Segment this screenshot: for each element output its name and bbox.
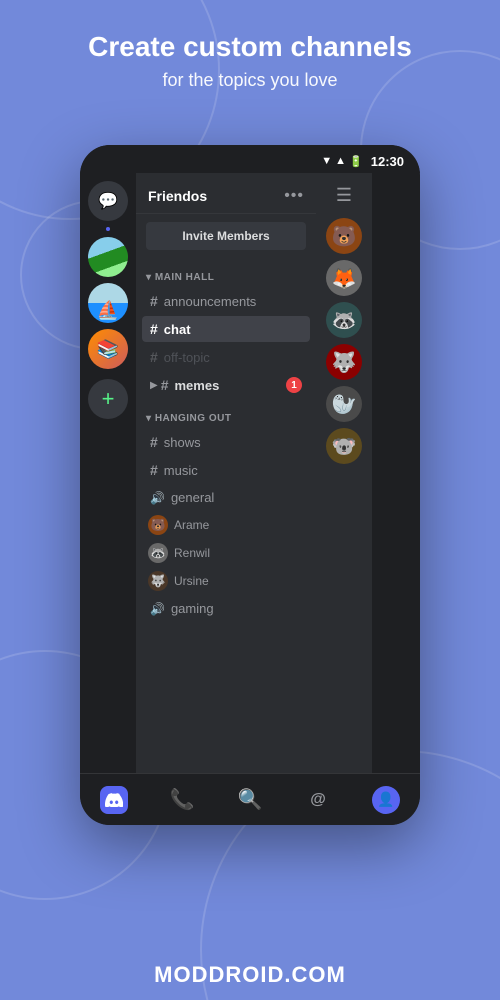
channel-name-general: general — [171, 490, 302, 505]
header-subtitle: for the topics you love — [20, 70, 480, 91]
channel-general-voice[interactable]: 🔊 general — [142, 485, 310, 510]
app-area: 💬 ⛵ 📚 + — [80, 173, 420, 773]
invite-members-button[interactable]: Invite Members — [146, 222, 306, 250]
channel-arrow-memes: ▶ — [150, 380, 158, 391]
wifi-icon: ▼ — [321, 155, 332, 167]
server-icon-books[interactable]: 📚 — [88, 329, 128, 369]
server-sidebar: 💬 ⛵ 📚 + — [80, 173, 136, 773]
battery-icon: 🔋 — [349, 155, 363, 168]
member-name-ursine: Ursine — [174, 574, 209, 588]
channel-name-off-topic: off-topic — [164, 350, 302, 365]
member-avatar-3[interactable]: 🦝 — [326, 302, 362, 338]
hash-icon-shows: # — [150, 434, 158, 450]
add-server-button[interactable]: + — [88, 379, 128, 419]
channel-gaming-voice[interactable]: 🔊 gaming — [142, 596, 310, 621]
voice-member-ursine[interactable]: 🐺 Ursine — [142, 568, 310, 594]
nav-profile-button[interactable]: 👤 — [364, 778, 408, 822]
nav-calls-button[interactable]: 📞 — [160, 778, 204, 822]
member-panel: ☰ 🐻 🦊 🦝 🐺 🦭 🐨 — [316, 173, 372, 773]
member-name-arame: Arame — [174, 518, 209, 532]
hamburger-icon[interactable]: ☰ — [336, 185, 352, 206]
hash-icon-chat: # — [150, 321, 158, 337]
member-avatar-6[interactable]: 🐨 — [326, 428, 362, 464]
server-icon-boat[interactable]: ⛵ — [88, 283, 128, 323]
channel-name-music: music — [164, 463, 302, 478]
channel-name-announcements: announcements — [164, 294, 302, 309]
channel-announcements[interactable]: # announcements — [142, 288, 310, 314]
member-avatar-1[interactable]: 🐻 — [326, 218, 362, 254]
boat-emoji: ⛵ — [97, 300, 119, 321]
category-main-hall: ▾ MAIN HALL — [136, 258, 316, 287]
server-name: Friendos — [148, 188, 207, 204]
plus-icon: + — [102, 386, 115, 412]
bottom-nav: 📞 🔍 @ 👤 — [80, 773, 420, 825]
active-indicator — [106, 227, 110, 231]
dm-icon[interactable]: 💬 — [88, 181, 128, 221]
channel-chat[interactable]: # chat — [142, 316, 310, 342]
category-arrow-hangout: ▾ — [146, 413, 155, 424]
search-icon: 🔍 — [238, 787, 263, 812]
server-icon-landscape[interactable] — [88, 237, 128, 277]
voice-member-arame[interactable]: 🐻 Arame — [142, 512, 310, 538]
hash-icon-memes: # — [161, 377, 169, 393]
category-hanging-out: ▾ HANGING OUT — [136, 399, 316, 428]
memes-notification-badge: 1 — [286, 377, 302, 393]
channel-name-memes: memes — [175, 378, 287, 393]
channel-memes[interactable]: ▶ # memes 1 — [142, 372, 310, 398]
voice-member-renwil[interactable]: 🦝 Renwil — [142, 540, 310, 566]
speaker-icon-general: 🔊 — [150, 491, 165, 505]
member-avatar-2[interactable]: 🦊 — [326, 260, 362, 296]
phone-icon: 📞 — [170, 787, 195, 812]
avatar-renwil: 🦝 — [148, 543, 168, 563]
nav-home-button[interactable] — [92, 778, 136, 822]
phone-frame: ▼ ▲ 🔋 12:30 💬 ⛵ — [80, 145, 420, 825]
member-name-renwil: Renwil — [174, 546, 210, 560]
channel-name-shows: shows — [164, 435, 302, 450]
status-icons: ▼ ▲ 🔋 — [321, 155, 362, 168]
member-avatar-4[interactable]: 🐺 — [326, 344, 362, 380]
server-more-button[interactable]: ••• — [284, 187, 304, 205]
status-bar: ▼ ▲ 🔋 12:30 — [80, 145, 420, 173]
mention-icon: @ — [310, 791, 326, 809]
channel-list: Friendos ••• Invite Members ▾ MAIN HALL … — [136, 173, 316, 773]
channel-header: Friendos ••• — [136, 173, 316, 214]
channel-name-gaming: gaming — [171, 601, 302, 616]
discord-icon — [100, 786, 128, 814]
channel-name-chat: chat — [164, 322, 302, 337]
signal-icon: ▲ — [335, 155, 346, 167]
avatar-arame: 🐻 — [148, 515, 168, 535]
channel-off-topic[interactable]: # off-topic — [142, 344, 310, 370]
hash-icon-announcements: # — [150, 293, 158, 309]
status-time: 12:30 — [371, 154, 404, 169]
avatar-ursine: 🐺 — [148, 571, 168, 591]
books-emoji: 📚 — [97, 339, 119, 360]
nav-search-button[interactable]: 🔍 — [228, 778, 272, 822]
channel-shows[interactable]: # shows — [142, 429, 310, 455]
header-title: Create custom channels — [20, 30, 480, 64]
phone-container: ▼ ▲ 🔋 12:30 💬 ⛵ — [80, 145, 420, 825]
footer-brand: MODDROID.COM — [0, 962, 500, 988]
nav-mentions-button[interactable]: @ — [296, 778, 340, 822]
category-arrow-main: ▾ — [146, 272, 155, 283]
chat-bubble-icon: 💬 — [98, 191, 118, 211]
channel-music[interactable]: # music — [142, 457, 310, 483]
member-avatar-5[interactable]: 🦭 — [326, 386, 362, 422]
profile-icon: 👤 — [372, 786, 400, 814]
header-section: Create custom channels for the topics yo… — [0, 0, 500, 111]
hash-icon-music: # — [150, 462, 158, 478]
hash-icon-off-topic: # — [150, 349, 158, 365]
speaker-icon-gaming: 🔊 — [150, 602, 165, 616]
